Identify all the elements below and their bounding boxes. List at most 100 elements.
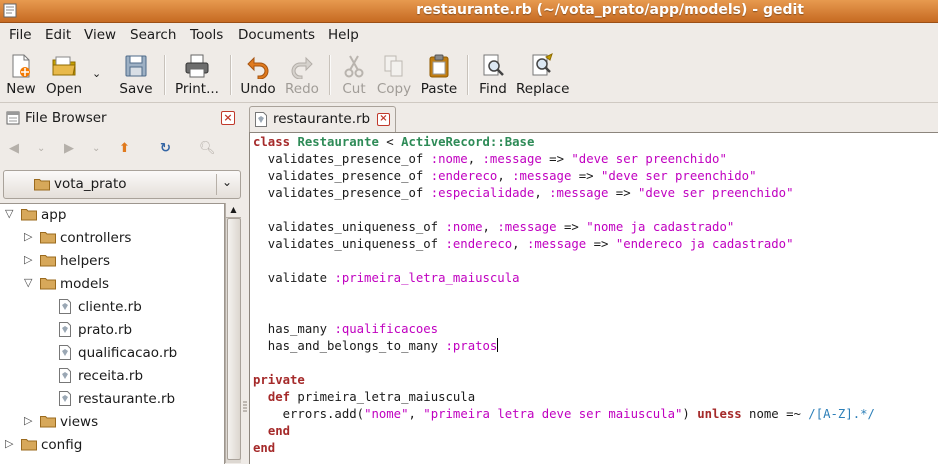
- close-side-panel-icon[interactable]: ×: [221, 111, 235, 125]
- print-button[interactable]: Print...: [174, 50, 220, 100]
- expander-collapsed-icon[interactable]: ▷: [24, 414, 32, 427]
- file-tree-scrollbar[interactable]: ▲: [225, 203, 241, 463]
- tree-row[interactable]: ▷ views: [0, 411, 224, 433]
- tree-row[interactable]: ▽ app: [0, 204, 224, 226]
- expander-collapsed-icon[interactable]: ▷: [24, 230, 32, 243]
- tree-item-label: controllers: [60, 230, 132, 246]
- code-token: primeira_letra_maiuscula: [290, 390, 476, 404]
- back-history-dropdown-icon[interactable]: ⌄: [37, 142, 45, 156]
- expander-expanded-icon[interactable]: ▽: [5, 207, 13, 220]
- open-label: Open: [45, 81, 83, 97]
- expander-collapsed-icon[interactable]: ▷: [24, 253, 32, 266]
- tree-row[interactable]: ▷ controllers: [0, 227, 224, 249]
- code-editor[interactable]: class Restaurante < ActiveRecord::Base v…: [249, 132, 938, 464]
- expander-collapsed-icon[interactable]: ▷: [5, 437, 13, 450]
- file-tree: ▽ app ▷ controllers ▷ helpers ▽ models c…: [0, 203, 225, 464]
- code-line[interactable]: has_and_belongs_to_many :pratos: [253, 338, 499, 355]
- pane-resize-handle[interactable]: [243, 400, 247, 414]
- tree-row[interactable]: restaurante.rb: [0, 388, 224, 410]
- scrollbar-thumb[interactable]: [227, 218, 241, 460]
- document-tab[interactable]: restaurante.rb ×: [249, 106, 396, 133]
- find-button[interactable]: Find: [477, 50, 509, 100]
- title-bar[interactable]: restaurante.rb (~/vota_prato/app/models)…: [0, 0, 938, 23]
- print-label: Print...: [175, 81, 219, 97]
- copy-button[interactable]: Copy: [376, 50, 412, 100]
- code-token: ,: [467, 152, 483, 166]
- code-token: ,: [534, 186, 550, 200]
- code-line[interactable]: validates_uniqueness_of :endereco, :mess…: [253, 236, 794, 253]
- code-token: validates_uniqueness_of: [253, 220, 446, 234]
- menu-help[interactable]: Help: [328, 27, 359, 43]
- scroll-up-arrow-icon[interactable]: ▲: [226, 203, 241, 218]
- code-token: end: [267, 424, 291, 438]
- go-up-arrow-icon[interactable]: ⬆: [119, 142, 130, 156]
- filter-search-icon[interactable]: 🔍︎: [199, 142, 216, 156]
- menu-view[interactable]: View: [84, 27, 116, 43]
- open-recent-dropdown-icon[interactable]: ⌄: [92, 67, 101, 80]
- back-arrow-icon[interactable]: ◀: [9, 142, 19, 156]
- code-line[interactable]: end: [253, 423, 290, 440]
- code-token: def: [267, 390, 291, 404]
- redo-button[interactable]: Redo: [284, 50, 320, 100]
- forward-history-dropdown-icon[interactable]: ⌄: [92, 142, 100, 156]
- new-button[interactable]: New: [4, 50, 38, 100]
- tree-row[interactable]: ▷ helpers: [0, 250, 224, 272]
- code-line[interactable]: private: [253, 372, 305, 389]
- location-combo[interactable]: vota_prato ⌄: [3, 170, 241, 199]
- code-token: ,: [512, 237, 527, 251]
- expander-expanded-icon[interactable]: ▽: [24, 276, 32, 289]
- toolbar: New Open ⌄ Save Print... Undo Redo Cut C…: [0, 47, 938, 103]
- menu-search[interactable]: Search: [130, 27, 176, 43]
- code-line[interactable]: validates_presence_of :nome, :message =>…: [253, 151, 727, 168]
- folder-icon: [21, 439, 37, 451]
- code-line[interactable]: class Restaurante < ActiveRecord::Base: [253, 134, 534, 151]
- code-line[interactable]: validates_presence_of :endereco, :messag…: [253, 168, 757, 185]
- paste-button[interactable]: Paste: [420, 50, 458, 100]
- code-line[interactable]: has_many :qualificacoes: [253, 321, 438, 338]
- code-token: private: [253, 373, 305, 387]
- tree-row[interactable]: qualificacao.rb: [0, 342, 224, 364]
- tree-row[interactable]: receita.rb: [0, 365, 224, 387]
- menu-tools[interactable]: Tools: [190, 27, 223, 43]
- tree-item-label: restaurante.rb: [78, 391, 176, 407]
- code-line[interactable]: validates_presence_of :especialidade, :m…: [253, 185, 794, 202]
- tree-row[interactable]: prato.rb: [0, 319, 224, 341]
- code-token: validate: [253, 271, 335, 285]
- menu-documents[interactable]: Documents: [238, 27, 315, 43]
- code-token: "deve ser preenchido": [638, 186, 794, 200]
- gedit-app-icon: [3, 3, 17, 18]
- copy-icon: [384, 55, 403, 77]
- code-token: ,: [408, 407, 424, 421]
- code-line[interactable]: validates_uniqueness_of :nome, :message …: [253, 219, 734, 236]
- menu-edit[interactable]: Edit: [45, 27, 71, 43]
- window-title: restaurante.rb (~/vota_prato/app/models)…: [416, 2, 804, 18]
- paste-label: Paste: [420, 81, 458, 97]
- code-token: validates_uniqueness_of: [253, 237, 446, 251]
- document-tab-label: restaurante.rb: [273, 111, 371, 127]
- save-button[interactable]: Save: [117, 50, 155, 100]
- code-line[interactable]: errors.add("nome", "primeira letra deve …: [253, 406, 875, 423]
- code-line[interactable]: validate :primeira_letra_maiuscula: [253, 270, 520, 287]
- close-tab-icon[interactable]: ×: [377, 113, 390, 126]
- code-line[interactable]: end: [253, 440, 275, 457]
- tree-row[interactable]: ▷ config: [0, 434, 224, 456]
- open-button[interactable]: Open: [44, 50, 84, 100]
- new-document-icon: [12, 54, 30, 78]
- copy-label: Copy: [376, 81, 412, 97]
- undo-button[interactable]: Undo: [240, 50, 276, 100]
- refresh-icon[interactable]: ↻: [160, 142, 171, 156]
- forward-arrow-icon[interactable]: ▶: [64, 142, 74, 156]
- code-token: =>: [571, 169, 601, 183]
- tree-row[interactable]: ▽ models: [0, 273, 224, 295]
- code-line[interactable]: def primeira_letra_maiuscula: [253, 389, 475, 406]
- code-token: :message: [526, 237, 587, 251]
- tree-row[interactable]: cliente.rb: [0, 296, 224, 318]
- replace-button[interactable]: Replace: [516, 50, 570, 100]
- code-token: Restaurante: [297, 135, 379, 149]
- ruby-file-icon: [59, 345, 71, 360]
- cut-button[interactable]: Cut: [338, 50, 370, 100]
- find-label: Find: [479, 81, 507, 97]
- menu-file[interactable]: File: [9, 27, 32, 43]
- replace-icon: [532, 53, 553, 76]
- replace-label: Replace: [516, 81, 570, 97]
